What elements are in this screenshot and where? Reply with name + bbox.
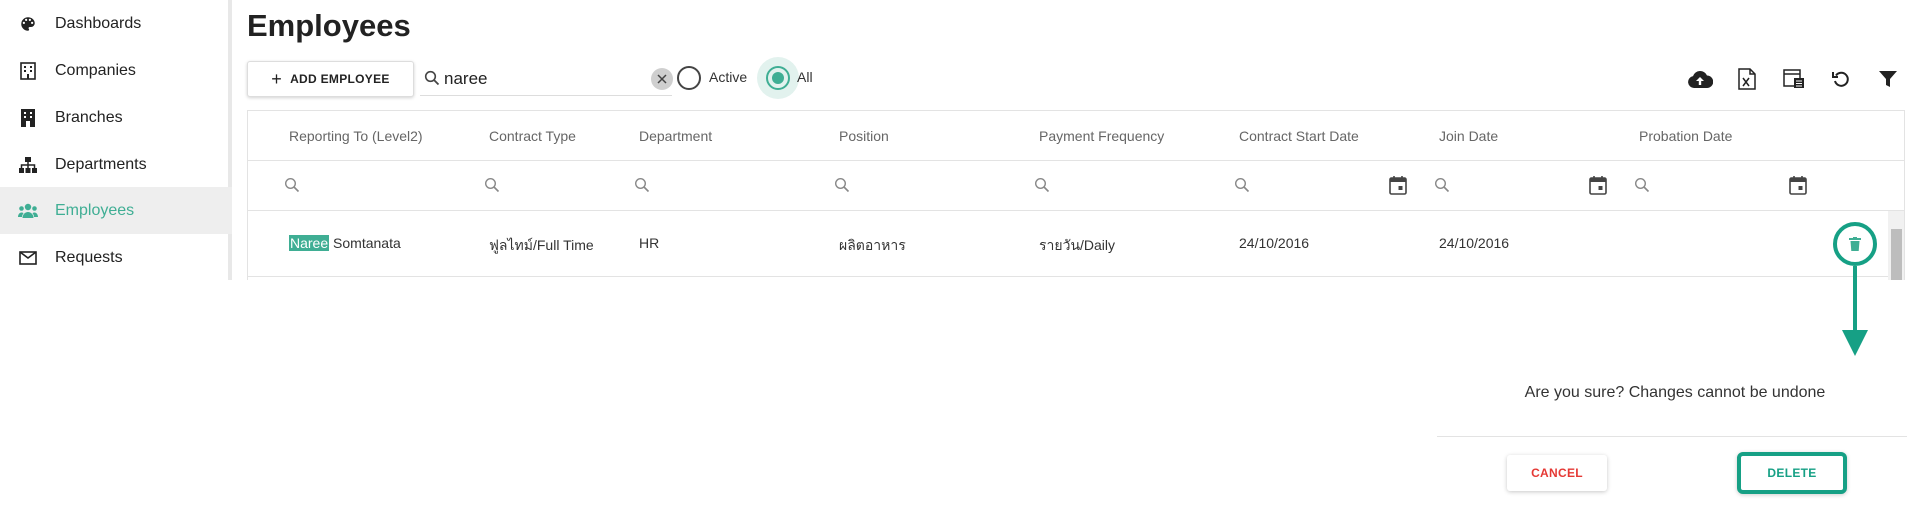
- sidebar-item-dashboards[interactable]: Dashboards: [0, 0, 232, 47]
- cell-reporting-to: Naree Somtanata: [289, 235, 401, 251]
- callout-arrow-head: [1842, 330, 1868, 356]
- palette-icon: [18, 14, 38, 34]
- filter-search-icon[interactable]: [1434, 177, 1450, 198]
- office-icon: [18, 108, 38, 128]
- employees-table: Reporting To (Level2) Contract Type Depa…: [247, 110, 1905, 280]
- confirm-message: Are you sure? Changes cannot be undone: [1524, 384, 1826, 401]
- filter-active-label: Active: [709, 69, 748, 85]
- column-header-contract-type[interactable]: Contract Type: [489, 128, 576, 144]
- sidebar-item-label: Branches: [55, 108, 123, 126]
- page-title: Employees: [247, 8, 411, 43]
- cloud-upload-icon[interactable]: [1687, 66, 1713, 92]
- filter-search-icon[interactable]: [484, 177, 500, 198]
- column-header-payment-frequency[interactable]: Payment Frequency: [1039, 128, 1164, 144]
- cancel-button[interactable]: CANCEL: [1507, 455, 1607, 491]
- sidebar: Dashboards Companies Branches Department…: [0, 0, 232, 280]
- search-input[interactable]: [444, 68, 644, 90]
- sidebar-item-departments[interactable]: Departments: [0, 141, 232, 188]
- filter-all-label: All: [797, 69, 813, 85]
- delete-button[interactable]: DELETE: [1737, 452, 1847, 494]
- table-scrollbar[interactable]: [1888, 211, 1904, 280]
- refresh-icon[interactable]: [1828, 66, 1854, 92]
- sidebar-item-label: Employees: [55, 201, 135, 219]
- callout-arrow-line: [1853, 266, 1857, 332]
- excel-export-icon[interactable]: [1734, 66, 1760, 92]
- search-highlight: Naree: [289, 235, 330, 251]
- filter-search-icon[interactable]: [1034, 177, 1050, 198]
- sidebar-item-label: Dashboards: [55, 14, 142, 32]
- people-icon: [18, 201, 38, 221]
- calendar-icon[interactable]: [1389, 175, 1407, 200]
- clear-search-button[interactable]: [651, 68, 673, 90]
- filter-active-radio[interactable]: [677, 66, 701, 90]
- cell-contract-type: ฟูลไทม์/Full Time: [489, 237, 594, 253]
- filter-all-radio[interactable]: [766, 66, 790, 90]
- org-chart-icon: [18, 155, 38, 175]
- filter-search-icon[interactable]: [1634, 177, 1650, 198]
- column-header-probation-date[interactable]: Probation Date: [1639, 128, 1732, 144]
- sidebar-item-label: Requests: [55, 248, 123, 266]
- mail-icon: [18, 248, 38, 268]
- sidebar-item-companies[interactable]: Companies: [0, 47, 232, 94]
- column-chooser-icon[interactable]: [1781, 66, 1807, 92]
- filter-search-icon[interactable]: [834, 177, 850, 198]
- filter-row: [248, 161, 1904, 211]
- sidebar-item-employees[interactable]: Employees: [0, 187, 232, 234]
- sidebar-item-branches[interactable]: Branches: [0, 94, 232, 141]
- column-header-reporting-to[interactable]: Reporting To (Level2): [289, 128, 423, 144]
- calendar-icon[interactable]: [1589, 175, 1607, 200]
- add-employee-label: ADD EMPLOYEE: [290, 72, 390, 86]
- table-row[interactable]: Naree Somtanata ฟูลไทม์/Full Time HR ผลิ…: [248, 211, 1904, 277]
- cell-department: HR: [639, 235, 660, 251]
- cell-join-date: 24/10/2016: [1439, 235, 1510, 251]
- divider: [1437, 436, 1907, 437]
- calendar-icon[interactable]: [1789, 175, 1807, 200]
- plus-icon: +: [271, 69, 283, 89]
- delete-row-button[interactable]: [1833, 222, 1877, 266]
- filter-search-icon[interactable]: [634, 177, 650, 198]
- building-icon: [18, 61, 38, 81]
- sidebar-item-requests[interactable]: Requests: [0, 234, 232, 281]
- filter-search-icon[interactable]: [1234, 177, 1250, 198]
- cell-payment-frequency: รายวัน/Daily: [1039, 237, 1116, 253]
- column-header-department[interactable]: Department: [639, 128, 712, 144]
- scrollbar-thumb[interactable]: [1891, 229, 1902, 280]
- cell-reporting-to-rest: Somtanata: [329, 235, 401, 251]
- trash-icon: [1849, 237, 1861, 251]
- search-icon: [424, 70, 440, 91]
- filter-search-icon[interactable]: [284, 177, 300, 198]
- sidebar-item-label: Companies: [55, 61, 136, 79]
- column-header-position[interactable]: Position: [839, 128, 889, 144]
- column-header-contract-start-date[interactable]: Contract Start Date: [1239, 128, 1359, 144]
- search-box: [420, 62, 672, 96]
- table-header: Reporting To (Level2) Contract Type Depa…: [248, 111, 1904, 161]
- cell-contract-start-date: 24/10/2016: [1239, 235, 1310, 251]
- sidebar-item-label: Departments: [55, 155, 147, 173]
- close-icon: [657, 74, 667, 84]
- add-employee-button[interactable]: + ADD EMPLOYEE: [247, 61, 414, 97]
- column-header-join-date[interactable]: Join Date: [1439, 128, 1498, 144]
- filter-icon[interactable]: [1875, 66, 1901, 92]
- cell-position: ผลิตอาหาร: [839, 237, 906, 253]
